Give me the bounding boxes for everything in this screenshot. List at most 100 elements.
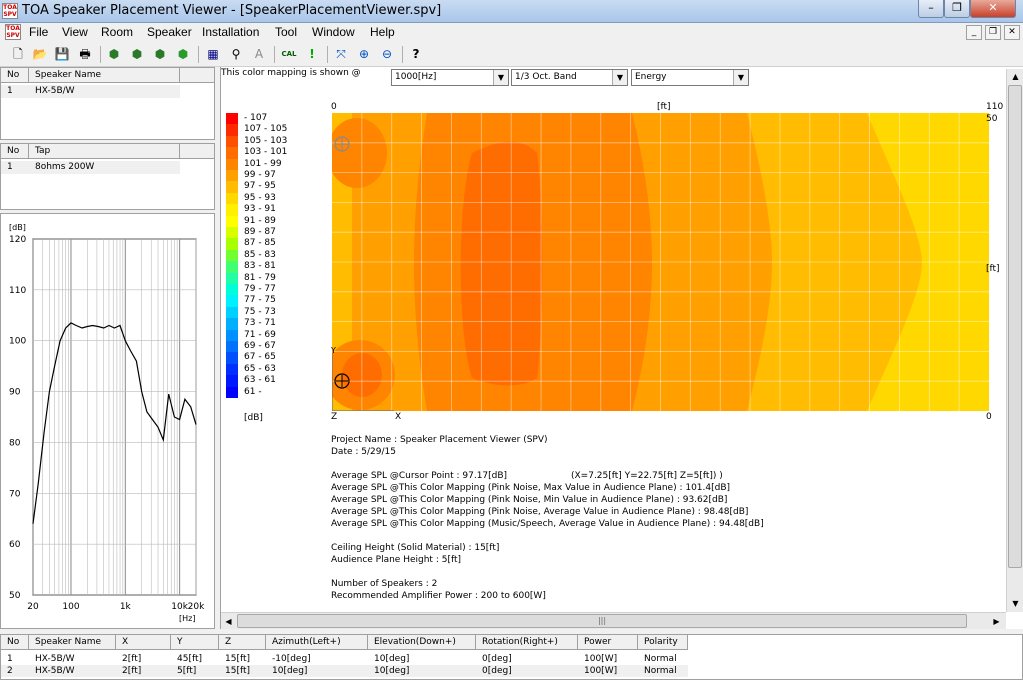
table-cell: 10[deg] [374,666,410,676]
table-cell: 15[ft] [225,654,251,664]
table-cell: HX-5B/W [35,654,75,664]
cube-view-button[interactable]: ⬢ [174,45,192,63]
frequency-select[interactable]: 1000[Hz] ▼ [391,69,509,86]
table-header[interactable]: Rotation(Right+) [476,635,578,650]
mdi-close-button[interactable]: ✕ [1004,25,1020,40]
table-header[interactable]: Y [171,635,219,650]
audience-plane-height: Audience Plane Height : 5[ft] [331,555,461,565]
menu-help[interactable]: Help [370,25,395,39]
table-header[interactable]: Z [219,635,266,650]
close-button[interactable]: ✕ [970,0,1016,18]
zoom-in-button[interactable]: ⊕ [355,45,373,63]
table-row[interactable]: 1 HX-5B/W 2[ft] 45[ft] 15[ft] -10[deg] 10[deg]… [1,653,688,665]
grid-button[interactable]: ▦ [204,45,222,63]
speaker-marker-icon[interactable] [334,373,350,389]
legend-label: 95 - 93 [244,192,276,203]
new-file-button[interactable]: 🗋 [9,45,27,63]
tap-list-header-tap[interactable]: Tap [29,144,180,159]
window-title: TOA Speaker Placement Viewer - [SpeakerP… [22,3,442,18]
scroll-down-icon[interactable]: ▼ [1008,596,1023,611]
table-header[interactable]: Elevation(Down+) [368,635,476,650]
scroll-left-icon[interactable]: ◀ [221,614,236,629]
spl-color-map[interactable] [332,113,989,411]
room-view-button[interactable]: ⬢ [105,45,123,63]
table-header[interactable]: X [116,635,171,650]
menu-speaker[interactable]: Speaker [147,25,192,39]
horizontal-scroll-thumb[interactable]: ||| [237,614,967,628]
vertical-scroll-thumb[interactable] [1008,85,1022,568]
recommended-amplifier-power: Recommended Amplifier Power : 200 to 600… [331,591,546,601]
restore-button[interactable]: ❐ [944,0,970,18]
print-button[interactable]: 🖶 [76,45,94,63]
legend-label: 79 - 77 [244,284,276,294]
table-row[interactable]: 2 HX-5B/W 2[ft] 5[ft] 15[ft] 10[deg] 10[deg] 0[… [1,665,688,677]
menu-tool[interactable]: Tool [275,25,297,39]
legend-unit: [dB] [244,413,263,423]
menu-window[interactable]: Window [312,25,355,39]
title-bar: TOA SPV TOA Speaker Placement Viewer - [… [0,0,1023,23]
band-select[interactable]: 1/3 Oct. Band ▼ [511,69,628,86]
mdi-minimize-button[interactable]: _ [966,25,982,40]
close-icon: ✕ [988,1,998,14]
horizontal-scrollbar[interactable]: ◀ ||| ▶ [221,612,1006,629]
legend-label: 75 - 73 [244,306,276,317]
table-header[interactable]: Speaker Name [29,635,116,650]
scroll-up-icon[interactable]: ▲ [1008,69,1023,84]
legend-swatch [226,318,238,330]
menu-room[interactable]: Room [101,25,133,39]
tap-list-header-no[interactable]: No [1,144,29,159]
speaker-view-button[interactable]: ⬢ [128,45,146,63]
legend-label: 77 - 75 [244,295,276,306]
open-button[interactable]: 📂 [31,45,49,63]
aim-speaker-button[interactable]: A [250,45,268,63]
project-name: Project Name : Speaker Placement Viewer … [331,435,548,445]
save-button[interactable]: 💾 [53,45,71,63]
place-speaker-button[interactable]: ⚲ [227,45,245,63]
list-item[interactable]: 1 HX-5B/W [1,85,180,98]
table-header[interactable]: Polarity [638,635,688,650]
spl-region-101-103 [460,141,543,386]
map-x-end: 110 [986,102,1004,112]
table-cell: 45[ft] [177,654,203,664]
mode-select[interactable]: Energy ▼ [631,69,749,86]
help-button[interactable]: ? [407,45,425,63]
document-icon[interactable]: TOA SPV [5,24,21,40]
legend-swatch [226,192,238,205]
grid-icon: ▦ [207,47,219,61]
speaker-list-header-no[interactable]: No [1,68,29,83]
legend-swatch [226,215,238,227]
vertical-scrollbar[interactable]: ▲ ▼ [1006,69,1023,612]
new-file-icon: 🗋 [13,47,23,61]
table-header[interactable]: Power [578,635,638,650]
speaker-marker-icon[interactable] [334,136,350,152]
zoom-out-icon: ⊖ [381,47,393,61]
warning-button[interactable]: ! [303,45,321,63]
list-item[interactable]: 1 8ohms 200W [1,161,180,174]
zoom-out-button[interactable]: ⊖ [378,45,396,63]
mdi-restore-button[interactable]: ❐ [985,25,1001,40]
installation-view-button[interactable]: ⬢ [151,45,169,63]
ceiling-height: Ceiling Height (Solid Material) : 15[ft] [331,543,500,553]
fit-view-button[interactable]: ⤧ [332,45,350,63]
map-y-unit: [ft] [986,264,1000,274]
minimize-button[interactable]: – [918,0,944,18]
legend-swatch [226,249,238,262]
avg-spl-average: Average SPL @This Color Mapping (Pink No… [331,507,749,517]
menu-file[interactable]: File [29,25,48,39]
scroll-right-icon[interactable]: ▶ [989,614,1004,629]
calculate-button[interactable]: CAL [280,45,298,63]
chevron-down-icon: ▼ [733,70,748,85]
chevron-down-icon: ▼ [493,70,508,85]
table-cell: 5[ft] [177,666,197,676]
table-header[interactable]: No [1,635,29,650]
menu-view[interactable]: View [62,25,88,39]
menu-installation[interactable]: Installation [202,25,259,39]
y-tick-label: 60 [9,540,21,550]
legend-label: 89 - 87 [244,227,276,237]
table-cell: 100[W] [584,666,618,676]
speaker-list-header-name[interactable]: Speaker Name [29,68,180,83]
x-tick-label: 100 [62,602,79,612]
print-icon: 🖶 [79,47,91,61]
calculate-icon: CAL [281,50,297,58]
table-header[interactable]: Azimuth(Left+) [266,635,368,650]
